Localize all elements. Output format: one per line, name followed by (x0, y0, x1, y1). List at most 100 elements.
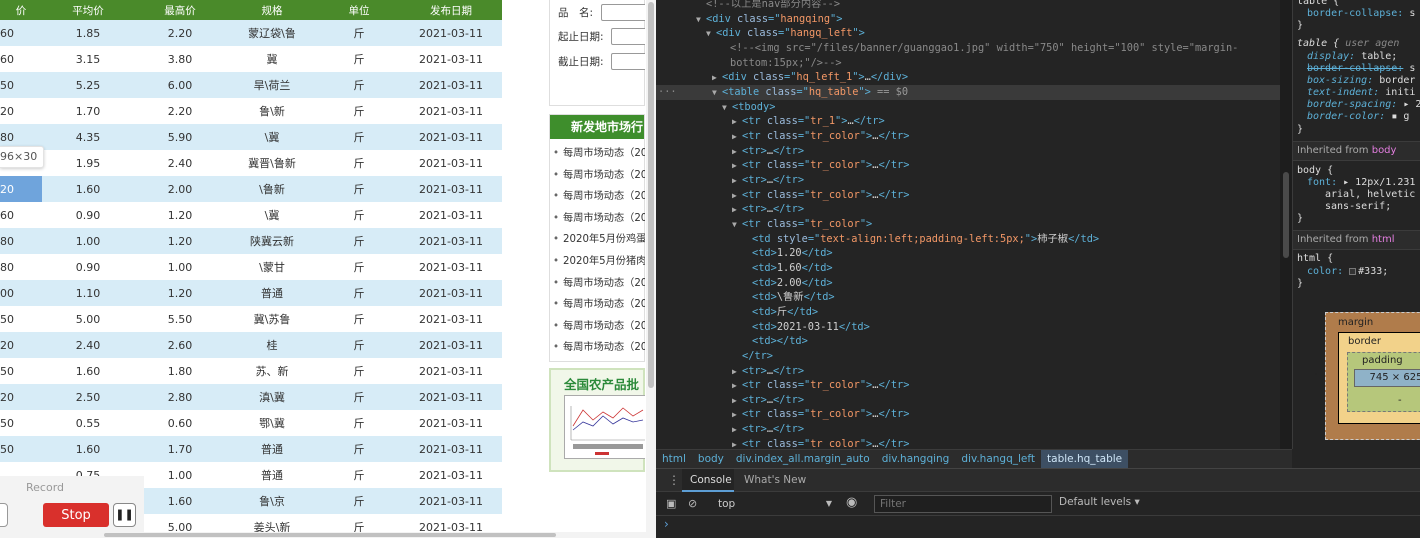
console-prompt[interactable]: › (664, 517, 669, 531)
news-item[interactable]: • 每周市场动态（20 (550, 187, 645, 209)
dom-node-line[interactable]: ▶ <tr>…</tr> (656, 364, 1280, 379)
dom-node-line[interactable]: ▶ <tr>…</tr> (656, 393, 1280, 408)
collapse-triangle-icon[interactable]: ▼ (706, 27, 716, 42)
dom-node-line[interactable]: <td>2.00</td> (656, 276, 1280, 291)
dom-node-line[interactable]: <td>1.20</td> (656, 246, 1280, 261)
dom-node-line[interactable]: <td>斤</td> (656, 305, 1280, 320)
expand-triangle-icon[interactable]: ▶ (732, 423, 742, 438)
breadcrumb-item[interactable]: body (692, 450, 730, 468)
dom-node-line[interactable]: ▶ <tr>…</tr> (656, 144, 1280, 159)
style-prop-border-collapse[interactable]: border-collapse: s (1307, 8, 1415, 20)
news-item[interactable]: • 每周市场动态（20 (550, 274, 645, 296)
dom-node-line[interactable]: ▼ <tbody> (656, 100, 1280, 115)
dom-node-line[interactable]: ▶ <tr class="tr_color">…</tr> (656, 437, 1280, 449)
ua-style-prop[interactable]: display: table; (1307, 51, 1397, 63)
page-vertical-scrollbar[interactable] (646, 0, 656, 538)
inherited-selector[interactable]: html (1372, 234, 1395, 245)
dom-node-line[interactable]: ▶ <tr class="tr_color">…</tr> (656, 188, 1280, 203)
dom-node-line[interactable]: ▶ <tr>…</tr> (656, 173, 1280, 188)
dom-node-line[interactable]: ··· ▼ <table class="hq_table"> == $0 (656, 84, 1280, 101)
expand-triangle-icon[interactable]: ▶ (732, 438, 742, 449)
body-font-prop[interactable]: font: ▸ 12px/1.231 (1307, 177, 1415, 189)
national-ag-banner[interactable]: 全国农产品批 (549, 368, 645, 472)
news-item[interactable]: • 每周市场动态（20 (550, 338, 645, 360)
expand-triangle-icon[interactable]: ▶ (732, 159, 742, 174)
expand-triangle-icon[interactable]: ▶ (732, 379, 742, 394)
expand-triangle-icon[interactable]: ▶ (732, 203, 742, 218)
dom-node-line[interactable]: <td>\鲁新</td> (656, 290, 1280, 305)
expand-triangle-icon[interactable]: ▶ (732, 365, 742, 380)
expand-triangle-icon[interactable]: ▶ (732, 408, 742, 423)
dom-node-line[interactable]: <td></td> (656, 334, 1280, 349)
page-vertical-scroll-thumb[interactable] (648, 2, 654, 388)
pause-button[interactable]: ❚❚ (113, 503, 136, 527)
clear-console-icon[interactable]: ⊘ (688, 497, 697, 510)
collapse-triangle-icon[interactable]: ▼ (712, 86, 722, 101)
color-swatch-icon[interactable] (1349, 267, 1357, 275)
dom-node-line[interactable]: ▶ <tr class="tr_color">…</tr> (656, 407, 1280, 422)
ua-style-prop[interactable]: text-indent: initi (1307, 87, 1415, 99)
more-icon[interactable]: ··· (658, 85, 677, 100)
sidebar-toggle-icon[interactable]: ▣ (666, 497, 676, 510)
dom-node-line[interactable]: bottom:15px;"/>--> (656, 56, 1280, 71)
news-item[interactable]: • 每周市场动态（20 (550, 166, 645, 188)
page-horizontal-scroll-thumb[interactable] (104, 533, 556, 537)
elements-scroll-thumb[interactable] (1283, 172, 1289, 258)
dom-node-line[interactable]: ▶ <tr class="tr_1">…</tr> (656, 114, 1280, 129)
console-filter-input[interactable] (874, 495, 1052, 513)
ua-style-prop[interactable]: border-spacing: ▸ 2 (1307, 99, 1420, 111)
expand-triangle-icon[interactable]: ▶ (732, 189, 742, 204)
breadcrumb-item[interactable]: div.hangqing (876, 450, 956, 468)
dom-node-line[interactable]: ▼ <div class="hangq_left"> (656, 26, 1280, 41)
name-input[interactable] (601, 4, 645, 21)
tab-whats-new[interactable]: What's New (744, 469, 814, 492)
dom-node-line[interactable]: ▼ <tr class="tr_color"> (656, 217, 1280, 232)
dom-node-line[interactable]: <td style="text-align:left;padding-left:… (656, 232, 1280, 247)
recorder-left-button[interactable] (0, 503, 8, 527)
breadcrumb-item[interactable]: div.hangq_left (955, 450, 1041, 468)
dom-node-line[interactable]: ▶ <tr class="tr_color">…</tr> (656, 158, 1280, 173)
news-item[interactable]: • 每周市场动态（20 (550, 295, 645, 317)
breadcrumb-item[interactable]: table.hq_table (1041, 450, 1129, 468)
end-date-input[interactable] (611, 53, 645, 70)
dom-node-line[interactable]: ▶ <tr>…</tr> (656, 202, 1280, 217)
collapse-triangle-icon[interactable]: ▼ (696, 13, 706, 28)
expand-triangle-icon[interactable]: ▶ (732, 174, 742, 189)
expand-triangle-icon[interactable]: ▶ (732, 145, 742, 160)
stop-button[interactable]: Stop (43, 503, 109, 527)
news-item[interactable]: • 2020年5月份鸡蛋 (550, 230, 645, 252)
log-levels-select[interactable]: Default levels ▾ (1059, 496, 1140, 508)
dom-node-line[interactable]: ▶ <tr class="tr_color">…</tr> (656, 378, 1280, 393)
collapse-triangle-icon[interactable]: ▼ (732, 218, 742, 233)
context-select[interactable]: top ▼ (712, 495, 836, 513)
dom-node-line[interactable]: ▶ <tr class="tr_color">…</tr> (656, 129, 1280, 144)
expand-triangle-icon[interactable]: ▶ (732, 130, 742, 145)
dom-node-line[interactable]: <!--<img src="/files/banner/guanggao1.jp… (656, 41, 1280, 56)
ua-style-prop[interactable]: box-sizing: border (1307, 75, 1415, 87)
eye-icon[interactable]: ◉ (846, 495, 857, 510)
dom-node-line[interactable]: ▶ <tr>…</tr> (656, 422, 1280, 437)
news-item[interactable]: • 每周市场动态（20 (550, 209, 645, 231)
elements-scrollbar[interactable] (1280, 0, 1292, 449)
expand-triangle-icon[interactable]: ▶ (732, 115, 742, 130)
dom-node-line[interactable]: <td>1.60</td> (656, 261, 1280, 276)
box-model-content[interactable]: 745 × 625 (1354, 369, 1420, 387)
ua-style-prop[interactable]: border-color: ▪ g (1307, 111, 1409, 123)
dom-node-line[interactable]: ▼ <div class="hangqing"> (656, 12, 1280, 27)
expand-triangle-icon[interactable]: ▶ (712, 71, 722, 86)
news-item[interactable]: • 每周市场动态（20 (550, 144, 645, 166)
breadcrumb-item[interactable]: html (656, 450, 692, 468)
expand-triangle-icon[interactable]: ▶ (732, 394, 742, 409)
collapse-triangle-icon[interactable]: ▼ (722, 101, 732, 116)
start-date-input[interactable] (611, 28, 645, 45)
tab-console[interactable]: Console (682, 469, 734, 492)
news-item[interactable]: • 2020年5月份猪肉 (550, 252, 645, 274)
inherited-selector[interactable]: body (1372, 145, 1397, 156)
breadcrumb-item[interactable]: div.index_all.margin_auto (730, 450, 876, 468)
html-color-prop[interactable]: color: #333; (1307, 266, 1388, 278)
dom-node-line[interactable]: ▶ <div class="hq_left_1">…</div> (656, 70, 1280, 85)
page-horizontal-scrollbar[interactable] (0, 532, 646, 538)
news-item[interactable]: • 每周市场动态（20 (550, 317, 645, 339)
dom-node-line[interactable]: </tr> (656, 349, 1280, 364)
drawer-menu-icon[interactable]: ⋮ (668, 473, 680, 487)
